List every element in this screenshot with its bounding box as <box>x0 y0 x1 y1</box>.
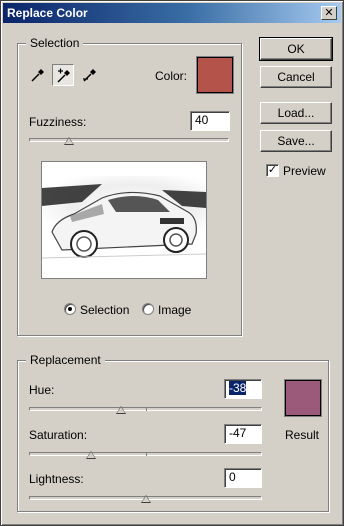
saturation-value: -47 <box>229 426 247 440</box>
save-button[interactable]: Save... <box>260 130 332 152</box>
lightness-field[interactable]: 0 <box>224 468 262 488</box>
eyedropper-minus-tool[interactable] <box>79 64 101 86</box>
selection-group-label: Selection <box>26 36 84 50</box>
fuzziness-field[interactable]: 40 <box>190 111 230 131</box>
saturation-slider[interactable] <box>29 452 262 456</box>
eyedropper-icon <box>31 69 44 82</box>
hue-slider[interactable] <box>29 407 262 411</box>
result-color-swatch <box>285 380 321 416</box>
cancel-button[interactable]: Cancel <box>260 66 332 88</box>
close-button[interactable]: ✕ <box>321 6 337 20</box>
result-label: Result <box>285 428 320 442</box>
window-title: Replace Color <box>7 6 88 20</box>
selection-view-label: Selection <box>80 303 130 317</box>
image-view-radio[interactable] <box>142 303 154 315</box>
selection-view-radio[interactable] <box>64 303 76 315</box>
lightness-label: Lightness: <box>29 472 84 486</box>
eyedropper-plus-tool[interactable] <box>52 64 74 86</box>
fuzziness-slider-thumb[interactable] <box>64 137 74 145</box>
hue-slider-thumb[interactable] <box>115 406 126 414</box>
eyedropper-minus-icon <box>83 69 96 82</box>
fuzziness-value: 40 <box>195 113 209 127</box>
load-button[interactable]: Load... <box>260 102 332 124</box>
title-bar: Replace Color ✕ <box>3 3 341 23</box>
hue-value: -38 <box>229 381 247 395</box>
selection-preview <box>41 161 207 279</box>
saturation-label: Saturation: <box>29 428 88 442</box>
fuzziness-slider[interactable] <box>29 138 229 142</box>
saturation-slider-thumb[interactable] <box>85 451 96 459</box>
color-label: Color: <box>155 69 188 83</box>
eyedropper-plus-icon <box>57 68 70 83</box>
eyedropper-tool[interactable] <box>27 64 49 86</box>
ok-button[interactable]: OK <box>259 37 333 61</box>
preview-label: Preview <box>283 164 326 178</box>
lightness-value: 0 <box>229 470 236 484</box>
preview-checkbox[interactable]: ✓ <box>266 164 279 177</box>
replace-color-dialog: Replace Color ✕ Selection Color: Fuzzine… <box>0 0 344 526</box>
lightness-slider-thumb[interactable] <box>140 495 151 503</box>
hue-label: Hue: <box>29 383 55 397</box>
image-view-label: Image <box>158 303 192 317</box>
fuzziness-label: Fuzziness: <box>29 115 87 129</box>
saturation-field[interactable]: -47 <box>224 424 262 444</box>
selection-color-swatch[interactable] <box>197 57 233 93</box>
hue-field[interactable]: -38 <box>224 379 262 399</box>
selection-mask-image <box>41 162 207 278</box>
replacement-group-label: Replacement <box>26 353 105 367</box>
